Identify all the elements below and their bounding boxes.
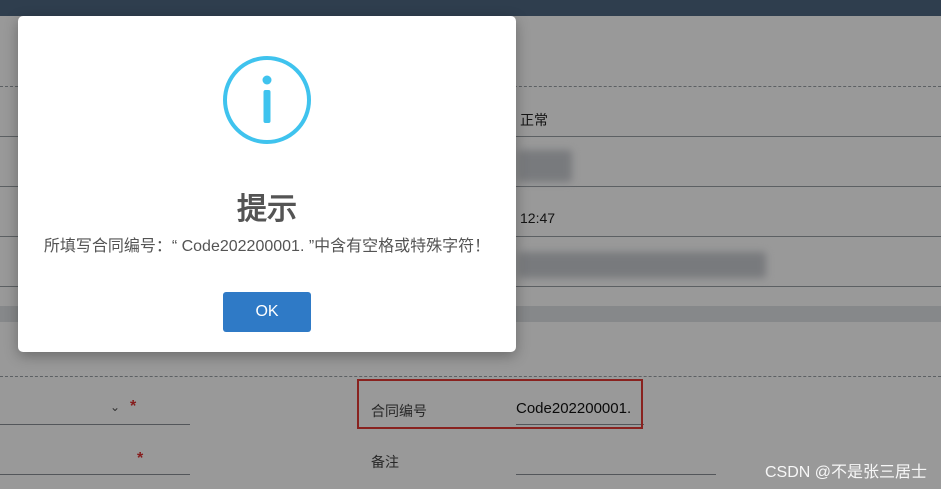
dialog-title: 提示 [237,193,297,226]
alert-dialog: 提示 所填写合同编号：“ Code202200001. ”中含有空格或特殊字符！… [18,16,516,352]
watermark: CSDN @不是张三居士 [764,464,927,481]
dialog-message: 所填写合同编号：“ Code202200001. ”中含有空格或特殊字符！ [43,238,491,255]
ok-button[interactable]: OK [223,292,311,332]
info-icon [223,56,311,144]
top-bar [0,0,941,16]
